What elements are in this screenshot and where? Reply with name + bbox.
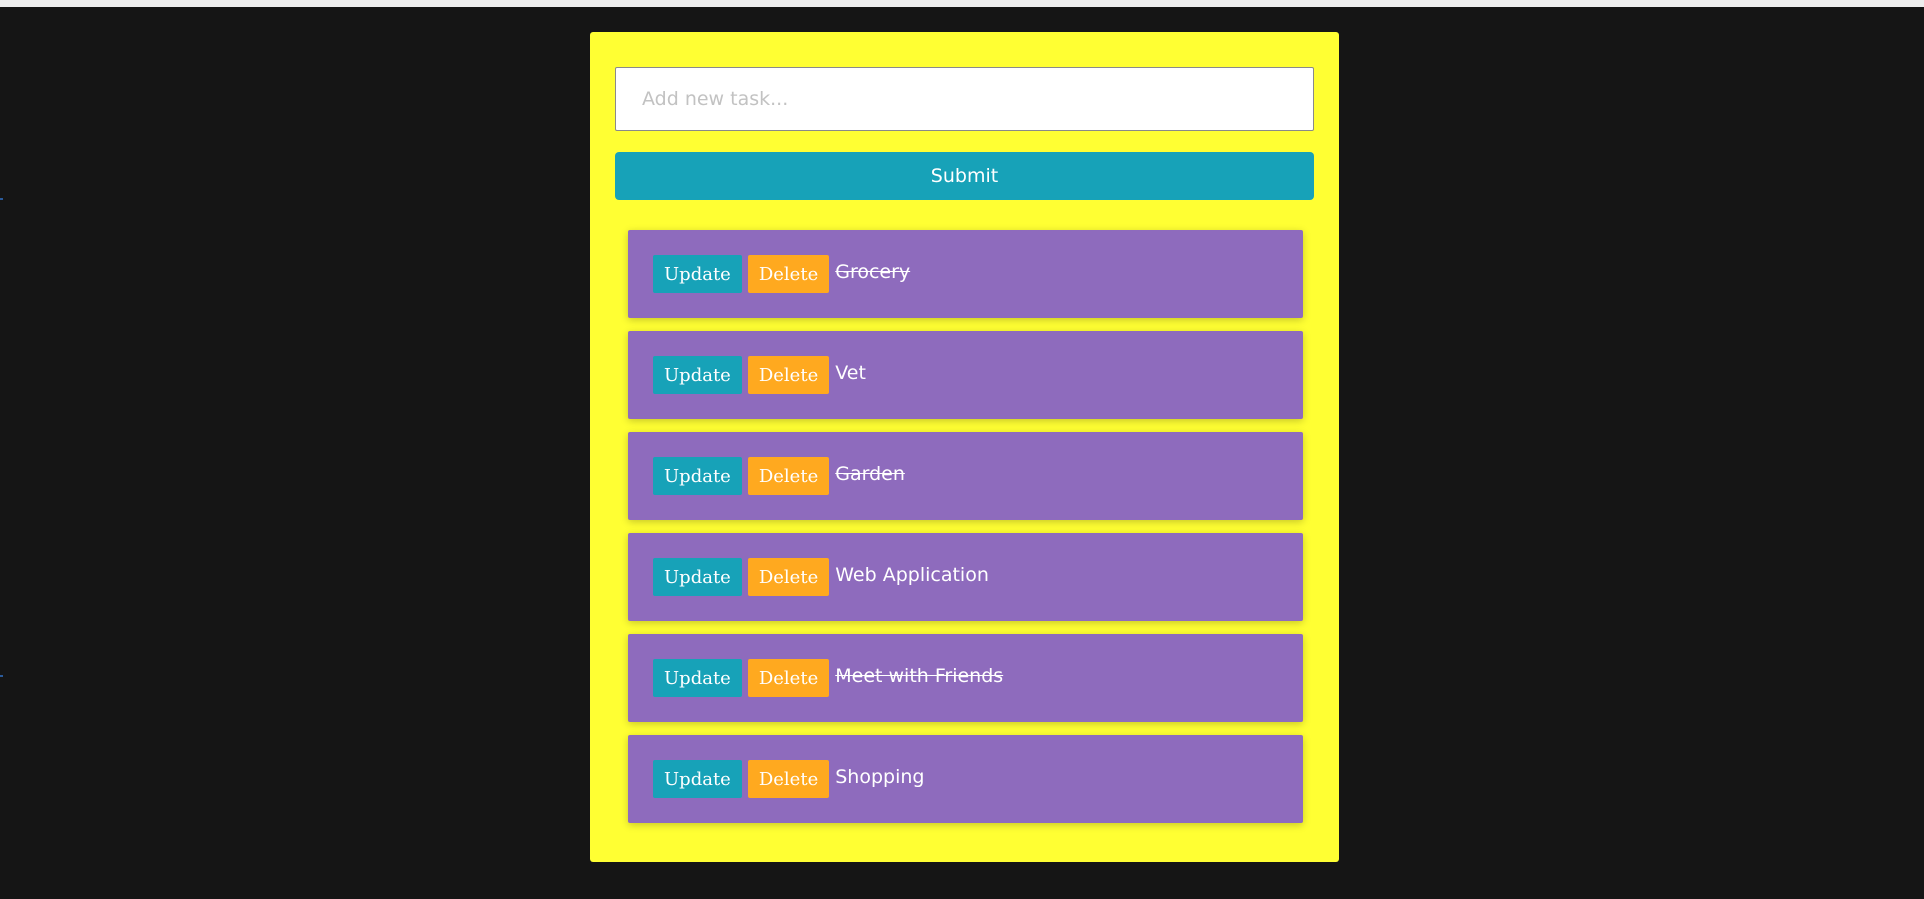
submit-button[interactable]: Submit — [615, 152, 1314, 200]
task-item: Update Delete Web Application — [628, 533, 1303, 621]
update-button[interactable]: Update — [653, 255, 742, 293]
delete-button[interactable]: Delete — [747, 255, 830, 293]
edge-marker — [0, 675, 3, 677]
task-item: Update Delete Grocery — [628, 230, 1303, 318]
task-label[interactable]: Vet — [835, 362, 866, 384]
task-item: Update Delete Meet with Friends — [628, 634, 1303, 722]
edge-marker — [0, 198, 3, 200]
task-label[interactable]: Web Application — [835, 564, 989, 586]
update-button[interactable]: Update — [653, 558, 742, 596]
task-item: Update Delete Vet — [628, 331, 1303, 419]
task-label[interactable]: Shopping — [835, 766, 924, 788]
browser-top-bar — [0, 0, 1924, 7]
update-button[interactable]: Update — [653, 356, 742, 394]
task-label[interactable]: Grocery — [835, 261, 910, 283]
delete-button[interactable]: Delete — [747, 659, 830, 697]
delete-button[interactable]: Delete — [747, 760, 830, 798]
new-task-input[interactable] — [615, 67, 1314, 131]
task-label[interactable]: Garden — [835, 463, 905, 485]
update-button[interactable]: Update — [653, 659, 742, 697]
task-label[interactable]: Meet with Friends — [835, 665, 1003, 687]
delete-button[interactable]: Delete — [747, 356, 830, 394]
task-list: Update Delete Grocery Update Delete Vet … — [628, 230, 1303, 836]
delete-button[interactable]: Delete — [747, 558, 830, 596]
task-item: Update Delete Shopping — [628, 735, 1303, 823]
task-item: Update Delete Garden — [628, 432, 1303, 520]
delete-button[interactable]: Delete — [747, 457, 830, 495]
update-button[interactable]: Update — [653, 457, 742, 495]
todo-panel: Submit Update Delete Grocery Update Dele… — [590, 32, 1339, 862]
update-button[interactable]: Update — [653, 760, 742, 798]
